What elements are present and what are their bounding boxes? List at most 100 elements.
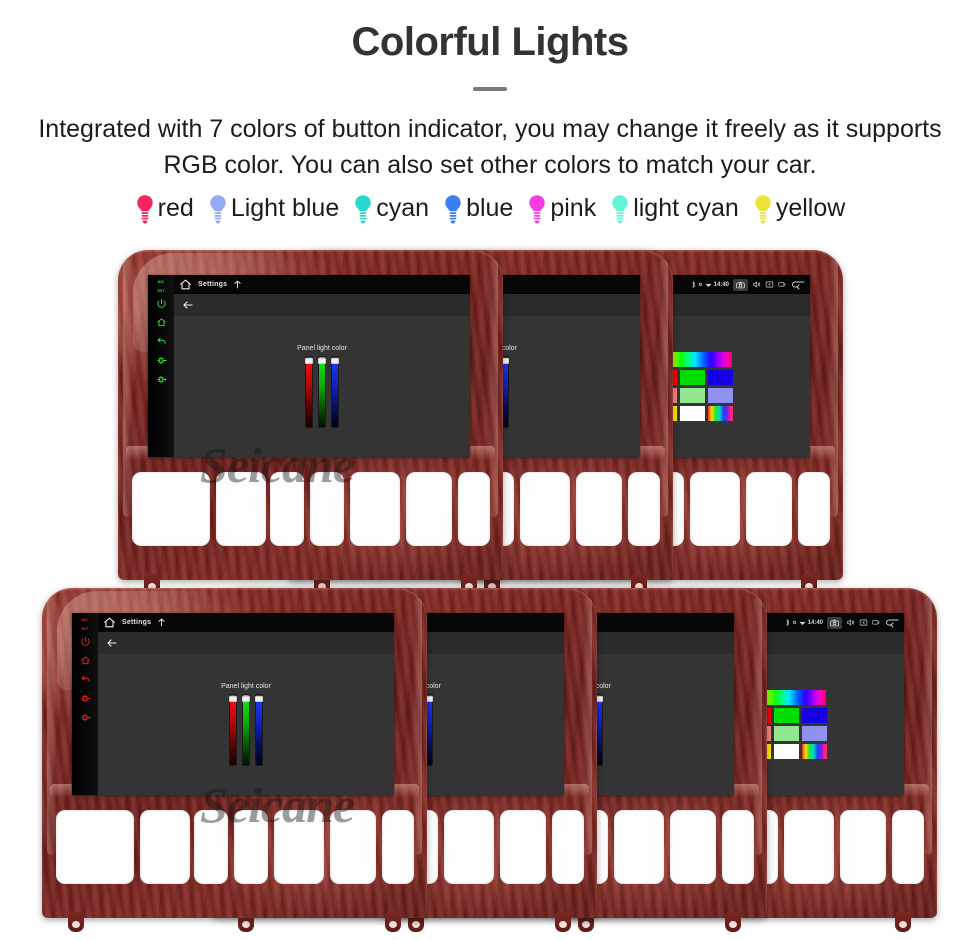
- color-swatch[interactable]: [802, 726, 828, 741]
- volume-down-icon[interactable]: [156, 355, 167, 366]
- rgb-slider-group: Panel light color: [297, 345, 347, 428]
- dash-vent: [746, 472, 792, 546]
- home-icon[interactable]: [156, 317, 167, 328]
- color-swatch[interactable]: [774, 744, 800, 759]
- screen-title: Settings: [198, 281, 228, 288]
- power-icon[interactable]: [80, 636, 91, 647]
- legend-item-light-blue: Light blue: [208, 194, 339, 224]
- mounting-tab: [68, 912, 84, 932]
- legend-item-cyan: cyan: [353, 194, 429, 224]
- location-icon: [698, 282, 702, 286]
- hardware-button-strip: MIC RST: [72, 613, 98, 795]
- blue-slider[interactable]: [255, 694, 263, 766]
- mic-label: MIC: [81, 618, 89, 622]
- mounting-tab: [385, 912, 401, 932]
- mounting-tab: [725, 912, 741, 932]
- back-arrow-icon[interactable]: [106, 637, 118, 649]
- color-swatch[interactable]: [680, 406, 706, 421]
- system-indicators: 14:40: [692, 281, 729, 288]
- home-icon[interactable]: [103, 616, 116, 629]
- volume-icon[interactable]: [846, 618, 855, 627]
- navigation-icon[interactable]: [233, 280, 242, 289]
- bulb-icon: [755, 194, 771, 223]
- back-box-icon[interactable]: [765, 280, 774, 289]
- slider-thumb[interactable]: [255, 696, 263, 702]
- red-slider[interactable]: [305, 356, 313, 428]
- title-divider: [473, 87, 507, 91]
- slider-thumb[interactable]: [305, 358, 313, 364]
- volume-down-icon[interactable]: [80, 693, 91, 704]
- bulb-icon: [445, 194, 461, 223]
- reset-label: RST: [157, 289, 165, 293]
- dash-vent: [444, 810, 494, 884]
- unit-red-bottom[interactable]: MIC RST Settings Panel light color: [42, 588, 427, 932]
- dash-vent: [500, 810, 546, 884]
- dash-vent: [892, 810, 924, 884]
- rgb-slider-group: Panel light color: [221, 683, 271, 766]
- color-swatch[interactable]: [774, 726, 800, 741]
- color-swatch[interactable]: [708, 388, 734, 403]
- bluetooth-icon: [692, 281, 695, 288]
- volume-up-icon[interactable]: [156, 374, 167, 385]
- dash-vent: [216, 472, 266, 546]
- statusbar-right: 14:40: [692, 278, 805, 291]
- panel-light-color-label: Panel light color: [297, 345, 347, 352]
- color-swatch[interactable]: [708, 406, 734, 421]
- back-arrow-icon[interactable]: [182, 299, 194, 311]
- color-swatch[interactable]: [802, 708, 828, 723]
- bulb-icon: [612, 194, 628, 223]
- slider-thumb[interactable]: [318, 358, 326, 364]
- mounting-tab: [895, 912, 911, 932]
- green-slider[interactable]: [242, 694, 250, 766]
- return-icon[interactable]: [885, 618, 899, 628]
- page-description: Integrated with 7 colors of button indic…: [38, 115, 942, 180]
- power-icon[interactable]: [156, 298, 167, 309]
- back-icon[interactable]: [156, 336, 167, 347]
- dash-vent: [56, 810, 134, 884]
- back-box-icon[interactable]: [859, 618, 868, 627]
- dash-vent: [274, 810, 324, 884]
- slider-thumb[interactable]: [242, 696, 250, 702]
- navigation-icon[interactable]: [157, 618, 166, 627]
- dash-vent: [690, 472, 740, 546]
- legend-item-light-cyan: light cyan: [610, 194, 739, 224]
- head-unit-screen[interactable]: MIC RST Settings Panel light color: [148, 275, 470, 457]
- screenshot-icon[interactable]: [733, 278, 748, 291]
- color-swatch[interactable]: [680, 370, 706, 385]
- legend-label: pink: [550, 194, 597, 222]
- green-slider[interactable]: [318, 356, 326, 428]
- blue-slider[interactable]: [331, 356, 339, 428]
- legend-item-red: red: [135, 194, 194, 224]
- volume-up-icon[interactable]: [80, 712, 91, 723]
- back-icon[interactable]: [80, 674, 91, 685]
- dash-vent: [722, 810, 754, 884]
- page-title: Colorful Lights: [351, 20, 629, 64]
- red-slider[interactable]: [229, 694, 237, 766]
- legend-item-pink: pink: [527, 194, 596, 224]
- statusbar-clock: 14:40: [807, 619, 823, 626]
- dash-vent: [552, 810, 584, 884]
- legend-label: cyan: [376, 194, 430, 222]
- home-icon[interactable]: [80, 655, 91, 666]
- head-unit-screen[interactable]: MIC RST Settings Panel light color: [72, 613, 394, 795]
- legend-label: light cyan: [633, 194, 739, 222]
- color-swatch[interactable]: [680, 388, 706, 403]
- mounting-tab: [555, 912, 571, 932]
- return-icon[interactable]: [791, 280, 805, 290]
- unit-green-top[interactable]: MIC RST Settings Panel light color: [118, 250, 503, 594]
- wifi-icon: [799, 621, 806, 625]
- recents-icon[interactable]: [778, 280, 787, 289]
- settings-content: Panel light color: [98, 654, 394, 795]
- color-swatch[interactable]: [774, 708, 800, 723]
- screenshot-icon[interactable]: [827, 616, 842, 629]
- legend-label: blue: [466, 194, 514, 222]
- slider-thumb[interactable]: [331, 358, 339, 364]
- home-icon[interactable]: [179, 278, 192, 291]
- slider-thumb[interactable]: [229, 696, 237, 702]
- volume-icon[interactable]: [752, 280, 761, 289]
- color-swatch[interactable]: [802, 744, 828, 759]
- color-swatch[interactable]: [708, 370, 734, 385]
- dash-vent: [132, 472, 210, 546]
- bulb-icon: [355, 194, 371, 223]
- recents-icon[interactable]: [872, 618, 881, 627]
